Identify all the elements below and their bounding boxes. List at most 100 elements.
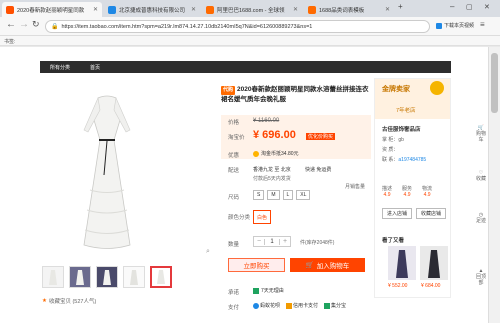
cart-icon: 🛒	[305, 262, 314, 269]
score-logistics: 物流 4.9	[422, 185, 432, 198]
offer-text: 淘金币抵34.80元	[261, 151, 299, 157]
pay-label-jifen: 集分宝	[331, 303, 347, 309]
size-option-m[interactable]: M	[267, 190, 280, 200]
size-option-s[interactable]: S	[253, 190, 265, 200]
star-icon: ★	[42, 298, 47, 304]
shop-name[interactable]: 古佳服饰奢品店	[382, 125, 421, 133]
tab-active[interactable]: 2020春新款赵丽颖明星同款 ✕	[2, 2, 102, 17]
offer-label: 优惠	[228, 153, 240, 159]
thumbnail-5-selected[interactable]	[150, 266, 172, 288]
size-option-l[interactable]: L	[282, 190, 294, 200]
score-value: 4.9	[383, 192, 391, 198]
thumbnail-2[interactable]	[69, 266, 91, 288]
qualification-label: 资 质：	[382, 147, 399, 153]
quantity-stepper[interactable]: − 1 +	[253, 236, 291, 247]
close-icon[interactable]: ✕	[90, 6, 98, 13]
forward-button[interactable]: →	[19, 19, 29, 30]
original-price: ¥ 1160.00	[253, 118, 280, 124]
download-icon	[436, 22, 442, 29]
delivery-text[interactable]: 香港九龙 至 北京	[253, 166, 291, 173]
minimize-button[interactable]: –	[450, 2, 454, 11]
huabei-icon	[253, 302, 259, 309]
decrement-button[interactable]: −	[254, 238, 264, 245]
service-label: 承诺	[228, 290, 240, 296]
zoom-icon[interactable]: ⌕	[206, 248, 210, 256]
score-service: 服务 4.9	[402, 185, 412, 198]
reload-button[interactable]: ↻	[32, 19, 40, 30]
scrollbar[interactable]	[488, 47, 500, 323]
pay-label: 支付	[228, 305, 240, 311]
site-icon	[108, 5, 116, 14]
promo-price: ¥ 696.00	[253, 129, 296, 141]
tab-4[interactable]: 1688品类词表模板 ✕	[304, 2, 394, 17]
right-bar-favorite[interactable]: ♡ 收藏	[476, 170, 486, 182]
close-window-button[interactable]: ✕	[484, 3, 490, 11]
right-bar-history[interactable]: ◷ 足迹	[476, 212, 486, 224]
promo-tag[interactable]: 优化价购买	[306, 133, 336, 140]
tab-3[interactable]: 阿里巴巴1688.com - 全球领 ✕	[202, 2, 302, 17]
thumbnail-3[interactable]	[96, 266, 118, 288]
close-icon[interactable]: ✕	[188, 6, 196, 13]
menu-icon[interactable]: ≡	[480, 20, 485, 29]
url-text: https://item.taobao.com/item.htm?spm=a21…	[61, 23, 313, 30]
buy-now-button[interactable]: 立即购买	[228, 258, 285, 272]
score-value: 4.9	[423, 192, 431, 198]
offer-row: 淘金币抵34.80元	[253, 150, 299, 157]
pay-option-huabei: 蚂蚁花呗	[253, 302, 280, 309]
recommend-image-1[interactable]	[388, 246, 416, 280]
title-text: 2020春新款赵丽颖明星同款水溶蕾丝拼接连衣裙名媛气质年会晚礼服	[221, 86, 369, 103]
tab-2[interactable]: 北京捷成普惠科技有限公司 ✕	[104, 2, 200, 17]
url-input[interactable]: 🔒 https://item.taobao.com/item.htm?spm=a…	[45, 20, 430, 33]
back-button[interactable]: ←	[6, 19, 16, 30]
increment-button[interactable]: +	[280, 238, 290, 245]
bookmarks-label: 书签:	[4, 39, 16, 45]
promo-label: 淘宝价	[228, 135, 245, 141]
maximize-button[interactable]: ▢	[466, 3, 473, 11]
favorite-label: 收藏宝贝 (527人气)	[48, 299, 97, 305]
delivery-label: 配送	[228, 168, 240, 174]
monthly-sales: 月销售量	[345, 184, 366, 190]
pay-label-credit: 信用卡支付	[293, 303, 319, 309]
add-cart-button[interactable]: 🛒 加入购物车	[290, 258, 365, 272]
product-title: 代购 2020春新款赵丽颖明星同款水溶蕾丝拼接连衣裙名媛气质年会晚礼服	[221, 85, 371, 104]
medal-icon	[430, 81, 444, 95]
store-nav: 所有分类 首页	[40, 61, 451, 73]
recommend-price-1: ¥ 552.00	[388, 283, 408, 289]
close-icon[interactable]: ✕	[382, 6, 390, 13]
size-options: S M L XL	[253, 190, 311, 200]
main-product-image[interactable]	[40, 80, 175, 255]
recommend-image-2[interactable]	[420, 246, 448, 280]
size-option-xl[interactable]: XL	[296, 190, 311, 200]
delivery-note: 付款后5天内发货	[253, 176, 291, 182]
tab-label: 北京捷成普惠科技有限公司	[119, 7, 186, 14]
shop-years: 7年老店	[396, 108, 416, 114]
enter-shop-button[interactable]: 进入店铺	[382, 208, 412, 219]
right-bar-cart[interactable]: 🛒 购物车	[476, 125, 486, 143]
pay-option-credit: 信用卡支付	[286, 302, 318, 309]
nav-home[interactable]: 首页	[90, 64, 100, 71]
tab-label: 2020春新款赵丽颖明星同款	[17, 7, 85, 14]
right-bar-history-label: 足迹	[476, 218, 487, 224]
service-text: 7天无理由	[261, 288, 284, 294]
nav-all-categories[interactable]: 所有分类	[50, 64, 70, 71]
taobao-icon	[6, 5, 14, 14]
score-description: 描述 4.9	[382, 185, 392, 198]
right-bar-top-label: 回顶部	[476, 274, 487, 286]
contact-value[interactable]: a197484785	[398, 157, 426, 163]
seven-days-icon	[253, 287, 259, 294]
coin-icon	[253, 150, 259, 157]
seller-value: gb	[398, 137, 404, 143]
favorite-item[interactable]: ★ 收藏宝贝 (527人气)	[42, 297, 96, 305]
color-option-white[interactable]: 白色	[253, 210, 272, 224]
favorite-shop-button[interactable]: 收藏店铺	[416, 208, 446, 219]
size-label: 尺码	[228, 195, 240, 201]
right-bar-top[interactable]: ▲ 回顶部	[476, 268, 486, 286]
scrollbar-thumb[interactable]	[491, 53, 498, 113]
new-tab-button[interactable]: +	[398, 2, 403, 11]
download-video-button[interactable]: 下载本页视频	[436, 22, 474, 29]
thumbnail-1[interactable]	[42, 266, 64, 288]
close-icon[interactable]: ✕	[290, 6, 298, 13]
service-row: 7天无理由	[253, 287, 284, 294]
qty-input[interactable]: 1	[264, 238, 280, 245]
thumbnail-4[interactable]	[123, 266, 145, 288]
